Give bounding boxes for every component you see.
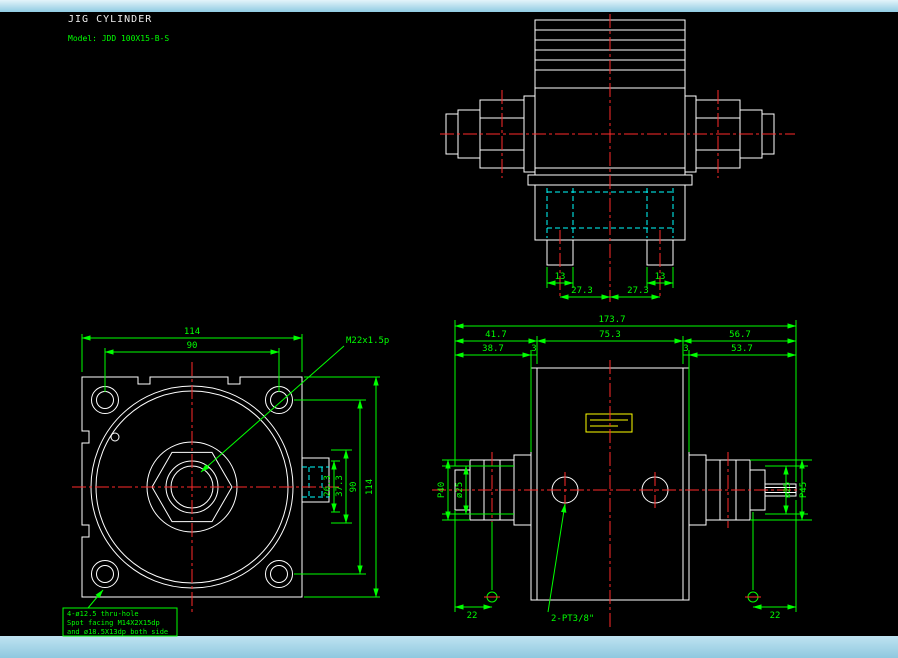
window-chrome-bottom <box>0 636 898 658</box>
note-line-3: and ø18.5X13dp both side <box>67 628 168 636</box>
drawing-title: JIG CYLINDER <box>68 14 152 25</box>
dim-nut-left: P40 <box>437 482 447 498</box>
dim-foot-left: 13 <box>555 272 566 282</box>
dim-bolt-span-top: 90 <box>187 341 198 351</box>
dim-rod-left: ø25 <box>455 482 465 498</box>
dim-rod-right: ø25 <box>783 482 793 498</box>
dim-port-a: 26.3 <box>323 475 333 497</box>
model-number: Model: JDD 100X15-B-S <box>68 34 169 43</box>
dim-overall: 173.7 <box>598 315 625 325</box>
dim-offset-left: 27.3 <box>571 286 593 296</box>
dim-offset-right: 27.3 <box>627 286 649 296</box>
dim-width-top: 114 <box>184 327 200 337</box>
dim-port-b: 37.3 <box>335 475 345 497</box>
cad-viewer-window: JIG CYLINDER Model: JDD 100X15-B-S 13 13… <box>0 0 898 658</box>
dim-off-left: 22 <box>467 611 478 621</box>
dim-nut-right: P45 <box>799 482 809 498</box>
dim-bolt-span-right: 90 <box>349 482 359 493</box>
dim-right: 56.7 <box>729 330 751 340</box>
dim-body: 75.3 <box>599 330 621 340</box>
drawing-background <box>0 0 898 658</box>
note-line-2: Spot facing M14X2X15dp <box>67 619 160 627</box>
window-chrome-top <box>0 0 898 12</box>
thread-callout: M22x1.5p <box>346 336 389 346</box>
dim-right2: 53.7 <box>731 344 753 354</box>
note-line-1: 4-ø12.5 thru-hole <box>67 610 139 618</box>
dim-left2: 38.7 <box>482 344 504 354</box>
dim-height-right: 114 <box>365 479 375 495</box>
dim-off-right: 22 <box>770 611 781 621</box>
dim-foot-right: 13 <box>655 272 666 282</box>
dim-plate-right: 3 <box>683 344 688 354</box>
drawing-canvas[interactable]: JIG CYLINDER Model: JDD 100X15-B-S 13 13… <box>0 0 898 658</box>
dim-plate-left: 3 <box>531 344 536 354</box>
dim-left: 41.7 <box>485 330 507 340</box>
port-callout: 2-PT3/8" <box>551 614 594 624</box>
